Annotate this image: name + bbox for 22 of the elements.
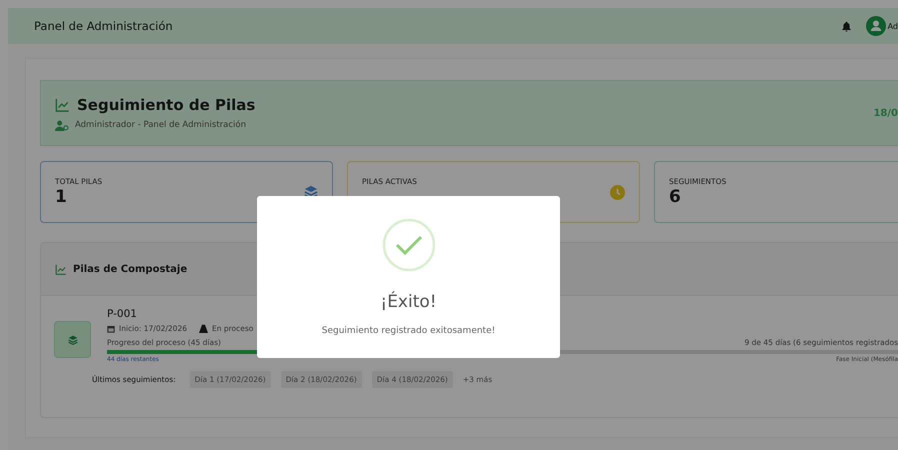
section-title: Pilas de Compostaje bbox=[73, 264, 188, 274]
pile-icon bbox=[54, 321, 91, 358]
stat-value: 6 bbox=[669, 187, 682, 207]
stat-value: 1 bbox=[55, 187, 68, 207]
chart-icon bbox=[55, 264, 67, 274]
pile-code: P-001 bbox=[107, 308, 138, 320]
page-subtitle: Administrador - Panel de Administración bbox=[75, 120, 246, 130]
check-icon bbox=[382, 218, 436, 272]
page-heading: Seguimiento de Pilas bbox=[77, 96, 256, 114]
app-title: Panel de Administración bbox=[34, 19, 173, 33]
avatar-icon[interactable] bbox=[866, 16, 886, 36]
layers-icon bbox=[304, 185, 318, 199]
user-settings-icon bbox=[55, 120, 69, 130]
calendar-icon bbox=[107, 324, 115, 332]
chart-icon bbox=[55, 98, 70, 112]
date-text: 18/0 bbox=[873, 108, 898, 118]
dialog-title: ¡Éxito! bbox=[380, 292, 437, 312]
dialog-message: Seguimiento registrado exitosamente! bbox=[322, 326, 496, 336]
clock-icon bbox=[610, 184, 625, 200]
bag-icon bbox=[198, 324, 208, 333]
bell-icon[interactable] bbox=[840, 20, 852, 32]
user-name: Ad bbox=[888, 22, 898, 31]
